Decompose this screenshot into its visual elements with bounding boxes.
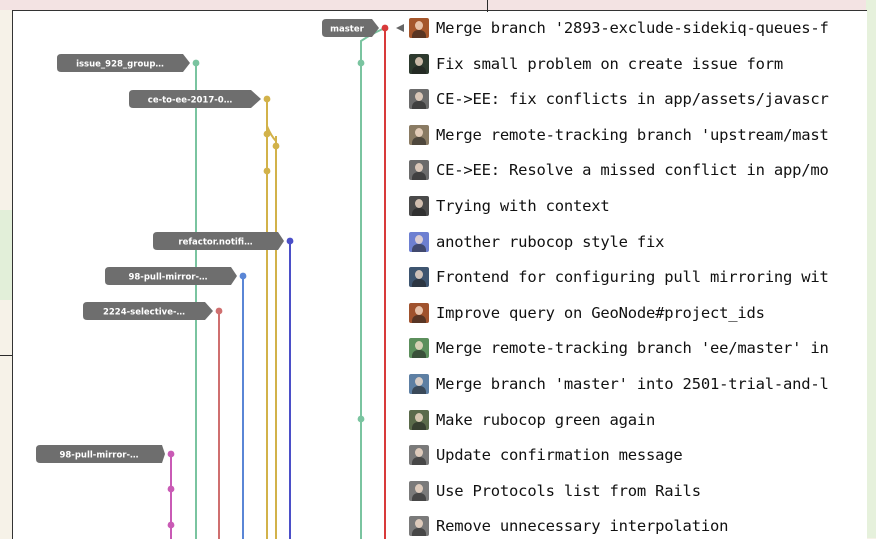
ref-tag-label: 98-pull-mirror-… [128, 272, 207, 282]
commit-message: Trying with context [436, 197, 610, 215]
commit-dot[interactable] [263, 130, 271, 138]
avatar [409, 409, 429, 430]
commit-dot[interactable] [239, 272, 247, 280]
avatar [409, 338, 429, 359]
ref-tag-label: refactor.notifi… [178, 237, 252, 247]
ref-tag-label: master [330, 24, 364, 34]
commit-dot[interactable] [167, 521, 175, 529]
commit-history-window: master issue_928_group… ce-to-ee-2017-0… re… [12, 10, 867, 539]
commit-dot[interactable] [272, 142, 280, 150]
background-window-edge [0, 355, 12, 356]
avatar [409, 231, 429, 252]
commit-dot[interactable] [167, 450, 175, 458]
merge-connector [360, 27, 386, 539]
commit-message: Improve query on GeoNode#project_ids [436, 303, 765, 322]
commit-row[interactable]: Merge remote-tracking branch 'upstream/m… [409, 117, 867, 153]
commit-dot[interactable] [263, 95, 271, 103]
commit-row[interactable]: Make rubocop green again [409, 402, 867, 438]
commit-message: Make rubocop green again [436, 410, 656, 429]
avatar [409, 196, 429, 216]
background-window-edge [487, 0, 488, 12]
background-strip-right [866, 0, 876, 538]
ref-tag-label: issue_928_group… [76, 59, 164, 69]
commit-row[interactable]: Frontend for configuring pull mirroring … [409, 259, 867, 295]
commit-dot[interactable] [215, 307, 223, 315]
avatar [409, 302, 429, 323]
commit-row[interactable]: Use Protocols list from Rails [409, 473, 867, 509]
commit-row[interactable]: CE->EE: fix conflicts in app/assets/java… [409, 81, 867, 117]
commit-row[interactable]: Update confirmation message [409, 437, 867, 473]
background-strip-left [0, 210, 12, 300]
commit-row[interactable]: Fix small problem on create issue form [409, 46, 867, 82]
commit-message: CE->EE: Resolve a missed conflict in app… [436, 161, 829, 180]
avatar [409, 89, 429, 110]
commit-row[interactable]: Merge branch '2893-exclude-sidekiq-queue… [409, 11, 867, 46]
avatar [409, 124, 429, 145]
commit-message: Merge remote-tracking branch 'upstream/m… [436, 125, 829, 144]
commit-message: CE->EE: fix conflicts in app/assets/java… [436, 90, 829, 109]
commit-row[interactable]: Remove unnecessary interpolation [409, 508, 867, 539]
commit-message: Merge branch 'master' into 2501-trial-an… [436, 375, 829, 393]
avatar [409, 160, 429, 181]
commit-message: Use Protocols list from Rails [436, 481, 701, 500]
ref-tag-label: 98-pull-mirror-… [59, 450, 138, 460]
commit-dot[interactable] [357, 59, 365, 67]
commit-message: Frontend for configuring pull mirroring … [436, 268, 829, 287]
avatar [409, 374, 429, 394]
avatar [409, 267, 429, 288]
commit-dot[interactable] [381, 24, 389, 32]
commit-dot[interactable] [286, 237, 294, 245]
ref-tag-label: 2224-selective-… [103, 307, 185, 317]
commit-message: Fix small problem on create issue form [436, 54, 784, 73]
commit-row[interactable]: another rubocop style fix [409, 224, 867, 260]
commit-dot[interactable] [357, 415, 365, 423]
commit-dot[interactable] [263, 167, 271, 175]
commit-message: another rubocop style fix [436, 232, 665, 251]
commit-row[interactable]: Merge remote-tracking branch 'ee/master'… [409, 330, 867, 366]
avatar [409, 53, 429, 74]
commit-message: Merge remote-tracking branch 'ee/master'… [436, 339, 829, 358]
commit-row[interactable]: CE->EE: Resolve a missed conflict in app… [409, 152, 867, 188]
commit-dot[interactable] [167, 485, 175, 493]
commit-row[interactable]: Merge branch 'master' into 2501-trial-an… [409, 366, 867, 402]
commit-row[interactable]: Improve query on GeoNode#project_ids [409, 295, 867, 331]
background-strip-top [0, 0, 876, 10]
commit-message: Remove unnecessary interpolation [436, 517, 729, 536]
avatar [409, 516, 429, 537]
commit-message: Update confirmation message [436, 446, 683, 465]
ref-tag-label: ce-to-ee-2017-0… [148, 95, 232, 105]
branch-graph[interactable]: master issue_928_group… ce-to-ee-2017-0… re… [13, 11, 413, 539]
head-arrow-icon [396, 24, 404, 32]
commit-message: Merge branch '2893-exclude-sidekiq-queue… [436, 19, 829, 37]
avatar [409, 445, 429, 466]
avatar [409, 18, 429, 38]
avatar [409, 480, 429, 501]
commit-row[interactable]: Trying with context [409, 188, 867, 224]
commit-dot[interactable] [192, 59, 200, 67]
